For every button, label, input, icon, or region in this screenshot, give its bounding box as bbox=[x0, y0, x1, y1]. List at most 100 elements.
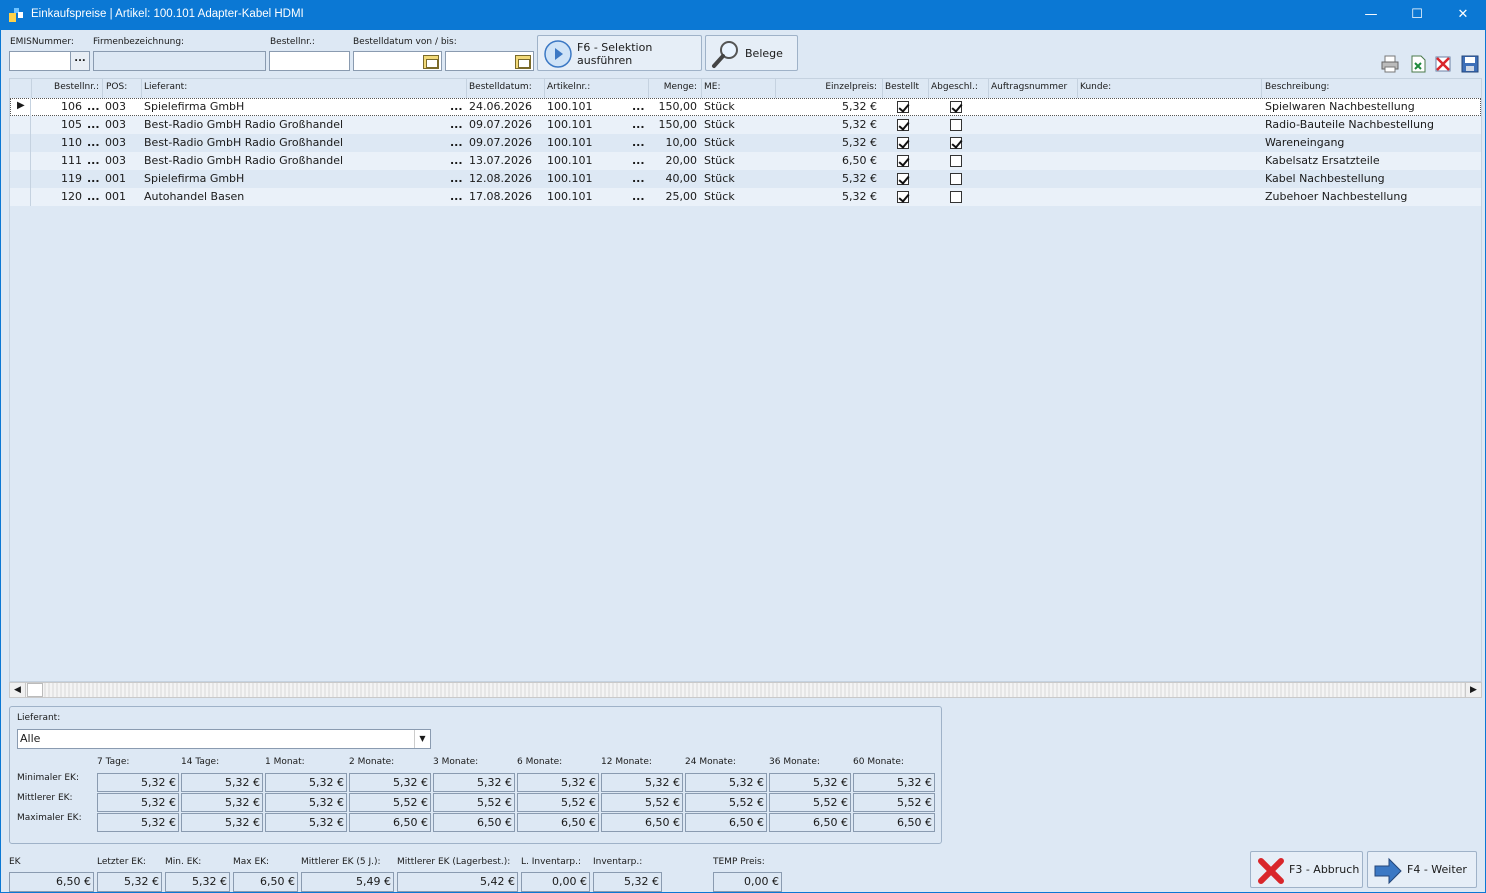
header-menge[interactable]: Menge: bbox=[650, 82, 697, 92]
selection-label-2: ausführen bbox=[577, 54, 633, 67]
period-label: 2 Monate: bbox=[349, 757, 395, 767]
header-bestelldatum[interactable]: Bestelldatum: bbox=[469, 82, 532, 92]
stats-value: 5,52 € bbox=[685, 793, 767, 812]
stats-value: 5,32 € bbox=[769, 773, 851, 792]
period-label: 36 Monate: bbox=[769, 757, 820, 767]
artikel-lookup-button[interactable]: ... bbox=[632, 190, 645, 203]
firma-input[interactable] bbox=[93, 51, 266, 71]
bestellnr-lookup-button[interactable]: ... bbox=[87, 136, 100, 149]
stats-value: 5,32 € bbox=[433, 773, 515, 792]
table-row[interactable]: 111... 003 Best-Radio GmbH Radio Großhande… bbox=[10, 152, 1481, 170]
bestellnr-input[interactable] bbox=[269, 51, 350, 71]
delete-icon[interactable] bbox=[1434, 55, 1452, 73]
minimize-button[interactable]: — bbox=[1348, 0, 1394, 30]
scroll-right-arrow-icon[interactable]: ▶ bbox=[1465, 683, 1481, 697]
belege-button[interactable]: Belege bbox=[705, 35, 798, 71]
row-header[interactable] bbox=[10, 134, 31, 152]
artikel-lookup-button[interactable]: ... bbox=[632, 154, 645, 167]
header-beschreibung[interactable]: Beschreibung: bbox=[1265, 82, 1329, 92]
cancel-label: F3 - Abbruch bbox=[1289, 863, 1360, 876]
selection-execute-button[interactable]: F6 - Selektion ausführen bbox=[537, 35, 702, 71]
artikel-lookup-button[interactable]: ... bbox=[632, 136, 645, 149]
row-header[interactable] bbox=[10, 116, 31, 134]
table-row[interactable]: 110... 003 Best-Radio GmbH Radio Großhande… bbox=[10, 134, 1481, 152]
summary-label: Letzter EK: bbox=[97, 857, 146, 867]
cell-einzelpreis: 5,32 € bbox=[842, 118, 877, 131]
abgeschl-checkbox[interactable] bbox=[950, 191, 962, 203]
stats-lieferant-label: Lieferant: bbox=[17, 713, 61, 723]
summary-value: 0,00 € bbox=[521, 872, 590, 892]
header-kunde[interactable]: Kunde: bbox=[1080, 82, 1111, 92]
row-header[interactable]: ▶ bbox=[10, 98, 31, 116]
calendar-icon[interactable] bbox=[423, 55, 439, 69]
scroll-thumb[interactable] bbox=[27, 683, 43, 697]
bestellt-checkbox[interactable] bbox=[897, 173, 909, 185]
lieferant-select[interactable]: Alle ▼ bbox=[17, 729, 431, 749]
stats-value: 5,52 € bbox=[433, 793, 515, 812]
calendar-icon[interactable] bbox=[515, 55, 531, 69]
close-window-button[interactable]: ✕ bbox=[1440, 0, 1486, 30]
emis-input[interactable] bbox=[9, 51, 71, 71]
table-row[interactable]: 120... 001 Autohandel Basen... 17.08.2026 10… bbox=[10, 188, 1481, 206]
horizontal-scrollbar[interactable]: ◀ ▶ bbox=[9, 682, 1482, 698]
cell-me: Stück bbox=[704, 136, 735, 149]
period-label: 6 Monate: bbox=[517, 757, 563, 767]
lieferant-select-value: Alle bbox=[20, 732, 41, 745]
header-lieferant[interactable]: Lieferant: bbox=[144, 82, 187, 92]
header-artikelnr[interactable]: Artikelnr.: bbox=[547, 82, 590, 92]
row-header[interactable] bbox=[10, 188, 31, 206]
artikel-lookup-button[interactable]: ... bbox=[632, 118, 645, 131]
printer-icon[interactable] bbox=[1381, 55, 1399, 73]
datum-von-input[interactable] bbox=[353, 51, 442, 71]
bestellt-checkbox[interactable] bbox=[897, 191, 909, 203]
bestellnr-lookup-button[interactable]: ... bbox=[87, 154, 100, 167]
save-icon[interactable] bbox=[1461, 55, 1479, 73]
scroll-left-arrow-icon[interactable]: ◀ bbox=[10, 683, 26, 697]
bestellnr-lookup-button[interactable]: ... bbox=[87, 172, 100, 185]
header-pos[interactable]: POS: bbox=[106, 82, 127, 92]
bestellt-checkbox[interactable] bbox=[897, 155, 909, 167]
bestellnr-lookup-button[interactable]: ... bbox=[87, 190, 100, 203]
export-excel-icon[interactable] bbox=[1409, 55, 1427, 73]
header-bestellnr[interactable]: Bestellnr.: bbox=[32, 82, 99, 92]
abgeschl-checkbox[interactable] bbox=[950, 119, 962, 131]
chevron-down-icon[interactable]: ▼ bbox=[414, 730, 430, 748]
datum-bis-input[interactable] bbox=[445, 51, 534, 71]
stats-row-label: Mittlerer EK: bbox=[17, 793, 73, 803]
header-auftragsnummer[interactable]: Auftragsnummer bbox=[991, 82, 1067, 92]
abgeschl-checkbox[interactable] bbox=[950, 137, 962, 149]
header-abgeschl[interactable]: Abgeschl.: bbox=[931, 82, 978, 92]
bestellnr-lookup-button[interactable]: ... bbox=[87, 100, 100, 113]
lieferant-lookup-button[interactable]: ... bbox=[450, 100, 463, 113]
header-einzelpreis[interactable]: Einzelpreis: bbox=[780, 82, 877, 92]
abgeschl-checkbox[interactable] bbox=[950, 155, 962, 167]
table-row[interactable]: 119... 001 Spielefirma GmbH... 12.08.2026 10… bbox=[10, 170, 1481, 188]
table-row[interactable]: ▶ 106... 003 Spielefirma GmbH... 24.06.2026 1… bbox=[10, 98, 1481, 116]
artikel-lookup-button[interactable]: ... bbox=[632, 172, 645, 185]
header-me[interactable]: ME: bbox=[704, 82, 720, 92]
artikel-lookup-button[interactable]: ... bbox=[632, 100, 645, 113]
emis-lookup-button[interactable]: ... bbox=[70, 51, 90, 71]
cell-artikelnr: 100.101 bbox=[547, 172, 593, 185]
bestellt-checkbox[interactable] bbox=[897, 101, 909, 113]
row-header[interactable] bbox=[10, 170, 31, 188]
bestellt-checkbox[interactable] bbox=[897, 119, 909, 131]
cancel-button[interactable]: F3 - Abbruch bbox=[1250, 851, 1363, 888]
lieferant-lookup-button[interactable]: ... bbox=[450, 136, 463, 149]
bestellt-checkbox[interactable] bbox=[897, 137, 909, 149]
table-row[interactable]: 105... 003 Best-Radio GmbH Radio Großhande… bbox=[10, 116, 1481, 134]
row-header[interactable] bbox=[10, 152, 31, 170]
lieferant-lookup-button[interactable]: ... bbox=[450, 190, 463, 203]
abgeschl-checkbox[interactable] bbox=[950, 173, 962, 185]
orders-grid[interactable]: Bestellnr.: POS: Lieferant: Bestelldatum… bbox=[9, 78, 1482, 682]
stats-row-label: Minimaler EK: bbox=[17, 773, 79, 783]
header-bestellt[interactable]: Bestellt bbox=[885, 82, 919, 92]
next-button[interactable]: F4 - Weiter bbox=[1367, 851, 1477, 888]
abgeschl-checkbox[interactable] bbox=[950, 101, 962, 113]
maximize-button[interactable]: ☐ bbox=[1394, 0, 1440, 30]
belege-label: Belege bbox=[745, 47, 783, 60]
bestellnr-lookup-button[interactable]: ... bbox=[87, 118, 100, 131]
lieferant-lookup-button[interactable]: ... bbox=[450, 154, 463, 167]
lieferant-lookup-button[interactable]: ... bbox=[450, 172, 463, 185]
lieferant-lookup-button[interactable]: ... bbox=[450, 118, 463, 131]
